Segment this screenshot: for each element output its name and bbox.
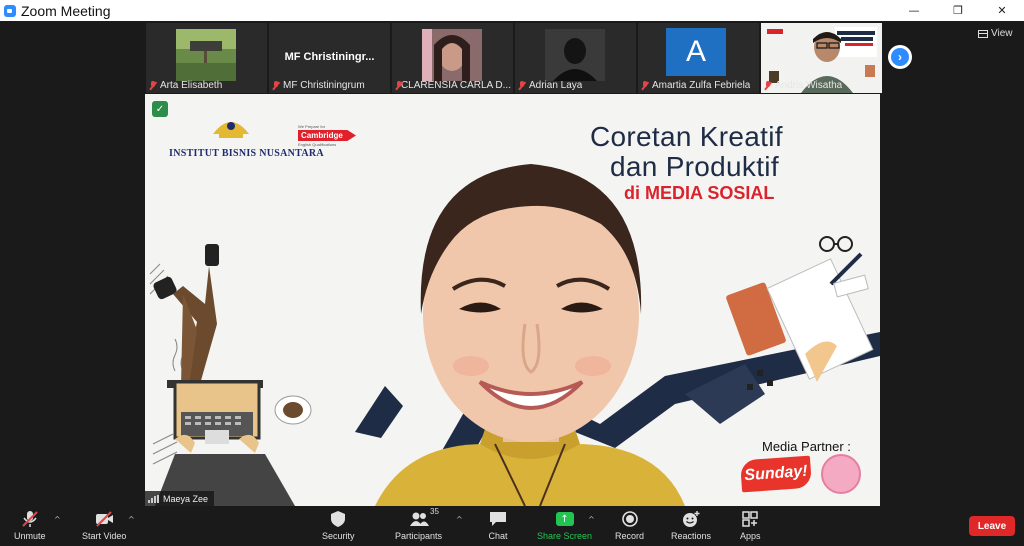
share-options-caret[interactable]: ^ xyxy=(588,515,595,524)
start-video-label: Start Video xyxy=(82,531,127,541)
participant-name: Adrian Laya xyxy=(529,80,583,91)
participant-name-label: Amartia Zulfa Febriela xyxy=(641,80,750,91)
mic-muted-icon xyxy=(518,81,526,90)
participant-name-label: Arta Elisabeth xyxy=(149,80,222,91)
participant-tile[interactable]: Andris Wisatha xyxy=(761,23,882,93)
encryption-shield-icon[interactable]: ✓ xyxy=(152,101,168,117)
mic-muted-icon xyxy=(272,81,280,90)
participant-avatar: A xyxy=(666,28,726,76)
cambridge-name: Cambridge xyxy=(298,130,356,141)
participant-name: MF Christiningrum xyxy=(283,80,365,91)
shield-icon xyxy=(331,511,346,527)
video-options-caret[interactable]: ^ xyxy=(128,515,135,524)
participant-name-label: CLARENSIA CARLA D... xyxy=(395,80,511,91)
mic-muted-icon xyxy=(149,81,157,90)
participants-count: 35 xyxy=(430,507,439,516)
media-partner-label: Media Partner : xyxy=(762,439,851,454)
window-title: Zoom Meeting xyxy=(21,2,111,19)
active-speaker-video: ✓ INSTITUT BISNIS NUSANTARA We Prepare f… xyxy=(145,94,880,506)
gallery-next-button[interactable]: › xyxy=(888,45,912,69)
cambridge-top-text: We Prepare for xyxy=(298,124,326,129)
meeting-stage: Arta Elisabeth MF Christiningr... MF Chr… xyxy=(0,21,1024,507)
apps-button[interactable]: Apps xyxy=(740,510,761,541)
participant-tile[interactable]: Adrian Laya xyxy=(515,23,636,93)
view-button[interactable]: View xyxy=(978,28,1013,39)
maximize-button[interactable]: ❐ xyxy=(936,0,980,21)
participant-tile[interactable]: MF Christiningr... MF Christiningrum xyxy=(269,23,390,93)
participant-name-label: Adrian Laya xyxy=(518,80,582,91)
zoom-app-icon xyxy=(4,4,16,17)
speaker-name-label: Maeya Zee xyxy=(145,491,215,506)
participants-options-caret[interactable]: ^ xyxy=(456,515,463,524)
audio-options-caret[interactable]: ^ xyxy=(54,515,61,524)
reactions-button[interactable]: Reactions xyxy=(671,510,711,541)
record-label: Record xyxy=(615,531,645,541)
participants-button[interactable]: 35 Participants xyxy=(395,507,443,541)
mic-muted-icon xyxy=(395,81,401,90)
share-screen-button[interactable]: ↑ Share Screen xyxy=(537,510,592,541)
participants-icon xyxy=(409,512,429,526)
ibn-logo: INSTITUT BISNIS NUSANTARA xyxy=(169,114,324,159)
partner-logo-circle xyxy=(821,454,861,494)
participant-name: Andris Wisatha xyxy=(775,80,843,91)
cambridge-logo: We Prepare for Cambridge English Qualifi… xyxy=(298,124,360,154)
signal-bars-icon xyxy=(148,494,159,503)
participant-name: Amartia Zulfa Febriela xyxy=(652,80,751,91)
participant-tile[interactable]: A Amartia Zulfa Febriela xyxy=(638,23,759,93)
grid-view-icon xyxy=(978,29,988,38)
reactions-label: Reactions xyxy=(671,531,712,541)
close-button[interactable]: ✕ xyxy=(980,0,1024,21)
partner-logo-sunday: Sunday! xyxy=(739,455,813,493)
apps-icon xyxy=(742,511,758,527)
participant-display-name: MF Christiningr... xyxy=(284,51,375,63)
start-video-button[interactable]: Start Video xyxy=(82,510,126,541)
window-controls: — ❐ ✕ xyxy=(892,0,1024,21)
record-icon xyxy=(621,511,638,527)
share-screen-icon: ↑ xyxy=(555,510,575,528)
minimize-button[interactable]: — xyxy=(892,0,936,21)
chat-icon xyxy=(490,512,506,526)
view-label: View xyxy=(991,28,1013,39)
record-button[interactable]: Record xyxy=(615,510,644,541)
security-label: Security xyxy=(322,531,355,541)
mic-muted-icon xyxy=(764,81,772,90)
speaker-name: Maeya Zee xyxy=(163,493,209,504)
chevron-right-icon: › xyxy=(891,48,909,66)
gallery-strip: Arta Elisabeth MF Christiningr... MF Chr… xyxy=(146,23,882,93)
participant-tile[interactable]: CLARENSIA CARLA D... xyxy=(392,23,513,93)
chat-button[interactable]: Chat xyxy=(488,510,508,541)
unmute-button[interactable]: Unmute xyxy=(14,510,46,541)
title-bar: Zoom Meeting — ❐ ✕ xyxy=(0,0,1024,21)
apps-label: Apps xyxy=(740,531,761,541)
speaker-person xyxy=(375,164,685,506)
smiley-icon xyxy=(683,511,700,527)
cambridge-sub-text: English Qualifications xyxy=(298,142,337,147)
mic-muted-icon xyxy=(641,81,649,90)
participant-name: Arta Elisabeth xyxy=(160,80,223,91)
video-off-icon xyxy=(96,511,114,527)
participant-name: CLARENSIA CARLA D... xyxy=(400,80,511,91)
share-screen-label: Share Screen xyxy=(537,531,593,541)
participant-name-label: MF Christiningrum xyxy=(272,80,365,91)
participant-tile[interactable]: Arta Elisabeth xyxy=(146,23,267,93)
ibn-emblem-icon xyxy=(213,122,249,138)
security-button[interactable]: Security xyxy=(322,510,355,541)
participant-name-label: Andris Wisatha xyxy=(764,80,842,91)
chat-label: Chat xyxy=(488,531,508,541)
mic-muted-icon xyxy=(22,511,38,527)
unmute-label: Unmute xyxy=(14,531,46,541)
leave-button[interactable]: Leave xyxy=(969,516,1015,536)
participants-label: Participants xyxy=(395,531,443,541)
meeting-toolbar: Unmute ^ Start Video ^ Security 35 Parti… xyxy=(0,507,1024,546)
